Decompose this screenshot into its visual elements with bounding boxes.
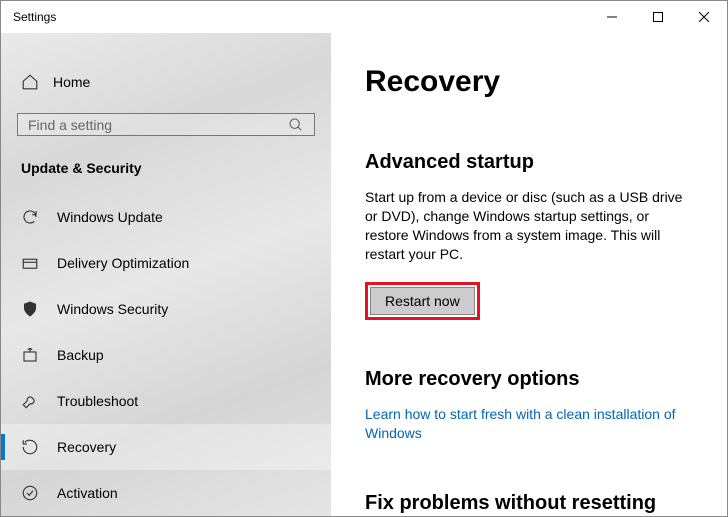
sidebar-item-troubleshoot[interactable]: Troubleshoot <box>1 378 331 424</box>
recovery-icon <box>21 438 39 456</box>
page-title: Recovery <box>365 65 693 99</box>
nav-label: Delivery Optimization <box>57 255 189 271</box>
titlebar: Settings <box>1 1 727 33</box>
restart-highlight: Restart now <box>365 282 480 320</box>
activation-icon <box>21 484 39 502</box>
fix-problems-heading: Fix problems without resetting your PC <box>365 492 693 516</box>
maximize-button[interactable] <box>635 1 681 33</box>
settings-window: Settings Home Update & Security Windows … <box>0 0 728 517</box>
delivery-icon <box>21 254 39 272</box>
search-input[interactable] <box>28 117 288 133</box>
sync-icon <box>21 208 39 226</box>
sidebar-item-activation[interactable]: Activation <box>1 470 331 516</box>
restart-now-button[interactable]: Restart now <box>370 287 475 315</box>
minimize-button[interactable] <box>589 1 635 33</box>
advanced-startup-heading: Advanced startup <box>365 151 693 174</box>
nav-label: Troubleshoot <box>57 393 138 409</box>
wrench-icon <box>21 392 39 410</box>
home-label: Home <box>53 74 90 90</box>
window-title: Settings <box>13 10 56 24</box>
sidebar-item-backup[interactable]: Backup <box>1 332 331 378</box>
sidebar-item-delivery-optimization[interactable]: Delivery Optimization <box>1 240 331 286</box>
advanced-startup-text: Start up from a device or disc (such as … <box>365 188 693 264</box>
shield-icon <box>21 300 39 318</box>
sidebar-item-windows-security[interactable]: Windows Security <box>1 286 331 332</box>
window-controls <box>589 1 727 33</box>
sidebar-item-windows-update[interactable]: Windows Update <box>1 194 331 240</box>
fresh-install-link[interactable]: Learn how to start fresh with a clean in… <box>365 405 693 444</box>
close-button[interactable] <box>681 1 727 33</box>
category-header: Update & Security <box>1 160 331 176</box>
nav-label: Activation <box>57 485 118 501</box>
home-nav[interactable]: Home <box>1 65 331 99</box>
search-box[interactable] <box>17 113 315 136</box>
sidebar: Home Update & Security Windows Update De… <box>1 33 331 516</box>
home-icon <box>21 73 39 91</box>
content-pane: Recovery Advanced startup Start up from … <box>331 33 727 516</box>
nav-label: Windows Update <box>57 209 163 225</box>
nav-label: Recovery <box>57 439 116 455</box>
search-icon <box>288 117 304 133</box>
nav-label: Windows Security <box>57 301 168 317</box>
nav-list: Windows Update Delivery Optimization Win… <box>1 194 331 516</box>
more-recovery-heading: More recovery options <box>365 368 693 391</box>
backup-icon <box>21 346 39 364</box>
window-body: Home Update & Security Windows Update De… <box>1 33 727 516</box>
sidebar-item-recovery[interactable]: Recovery <box>1 424 331 470</box>
nav-label: Backup <box>57 347 104 363</box>
